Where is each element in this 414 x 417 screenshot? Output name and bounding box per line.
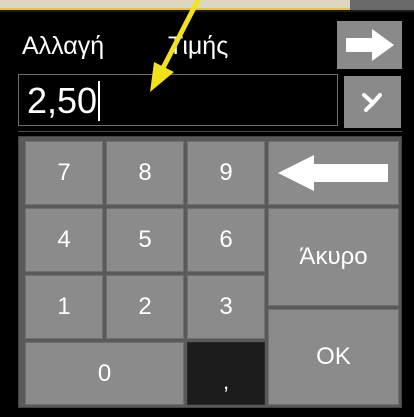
arrow-left-icon bbox=[277, 155, 388, 191]
key-3[interactable]: 3 bbox=[187, 275, 265, 339]
clear-button[interactable] bbox=[344, 76, 401, 128]
key-9[interactable]: 9 bbox=[187, 141, 265, 205]
dialog-title-change: Αλλαγή bbox=[22, 32, 105, 60]
backspace-key[interactable] bbox=[268, 141, 399, 205]
cancel-button[interactable]: Άκυρο bbox=[268, 208, 399, 306]
key-8[interactable]: 8 bbox=[106, 141, 184, 205]
key-2[interactable]: 2 bbox=[106, 275, 184, 339]
key-7[interactable]: 7 bbox=[25, 141, 103, 205]
key-1[interactable]: 1 bbox=[25, 275, 103, 339]
top-strip-right bbox=[350, 0, 414, 10]
forward-button[interactable] bbox=[337, 21, 402, 69]
key-5[interactable]: 5 bbox=[106, 208, 184, 272]
arrow-right-icon bbox=[345, 29, 394, 61]
ok-button[interactable]: OK bbox=[268, 309, 399, 405]
key-6[interactable]: 6 bbox=[187, 208, 265, 272]
value-text: 2,50 bbox=[27, 80, 98, 121]
divider bbox=[18, 131, 402, 132]
key-4[interactable]: 4 bbox=[25, 208, 103, 272]
text-caret bbox=[98, 81, 101, 121]
pointer-arrow-icon bbox=[150, 0, 201, 92]
keypad: 7 8 9 4 5 6 Άκυρο 1 2 3 OK 0 , bbox=[18, 136, 402, 408]
close-x-icon bbox=[361, 93, 382, 112]
key-0[interactable]: 0 bbox=[25, 342, 184, 405]
key-comma[interactable]: , bbox=[187, 342, 265, 405]
comma-label: , bbox=[222, 369, 230, 394]
